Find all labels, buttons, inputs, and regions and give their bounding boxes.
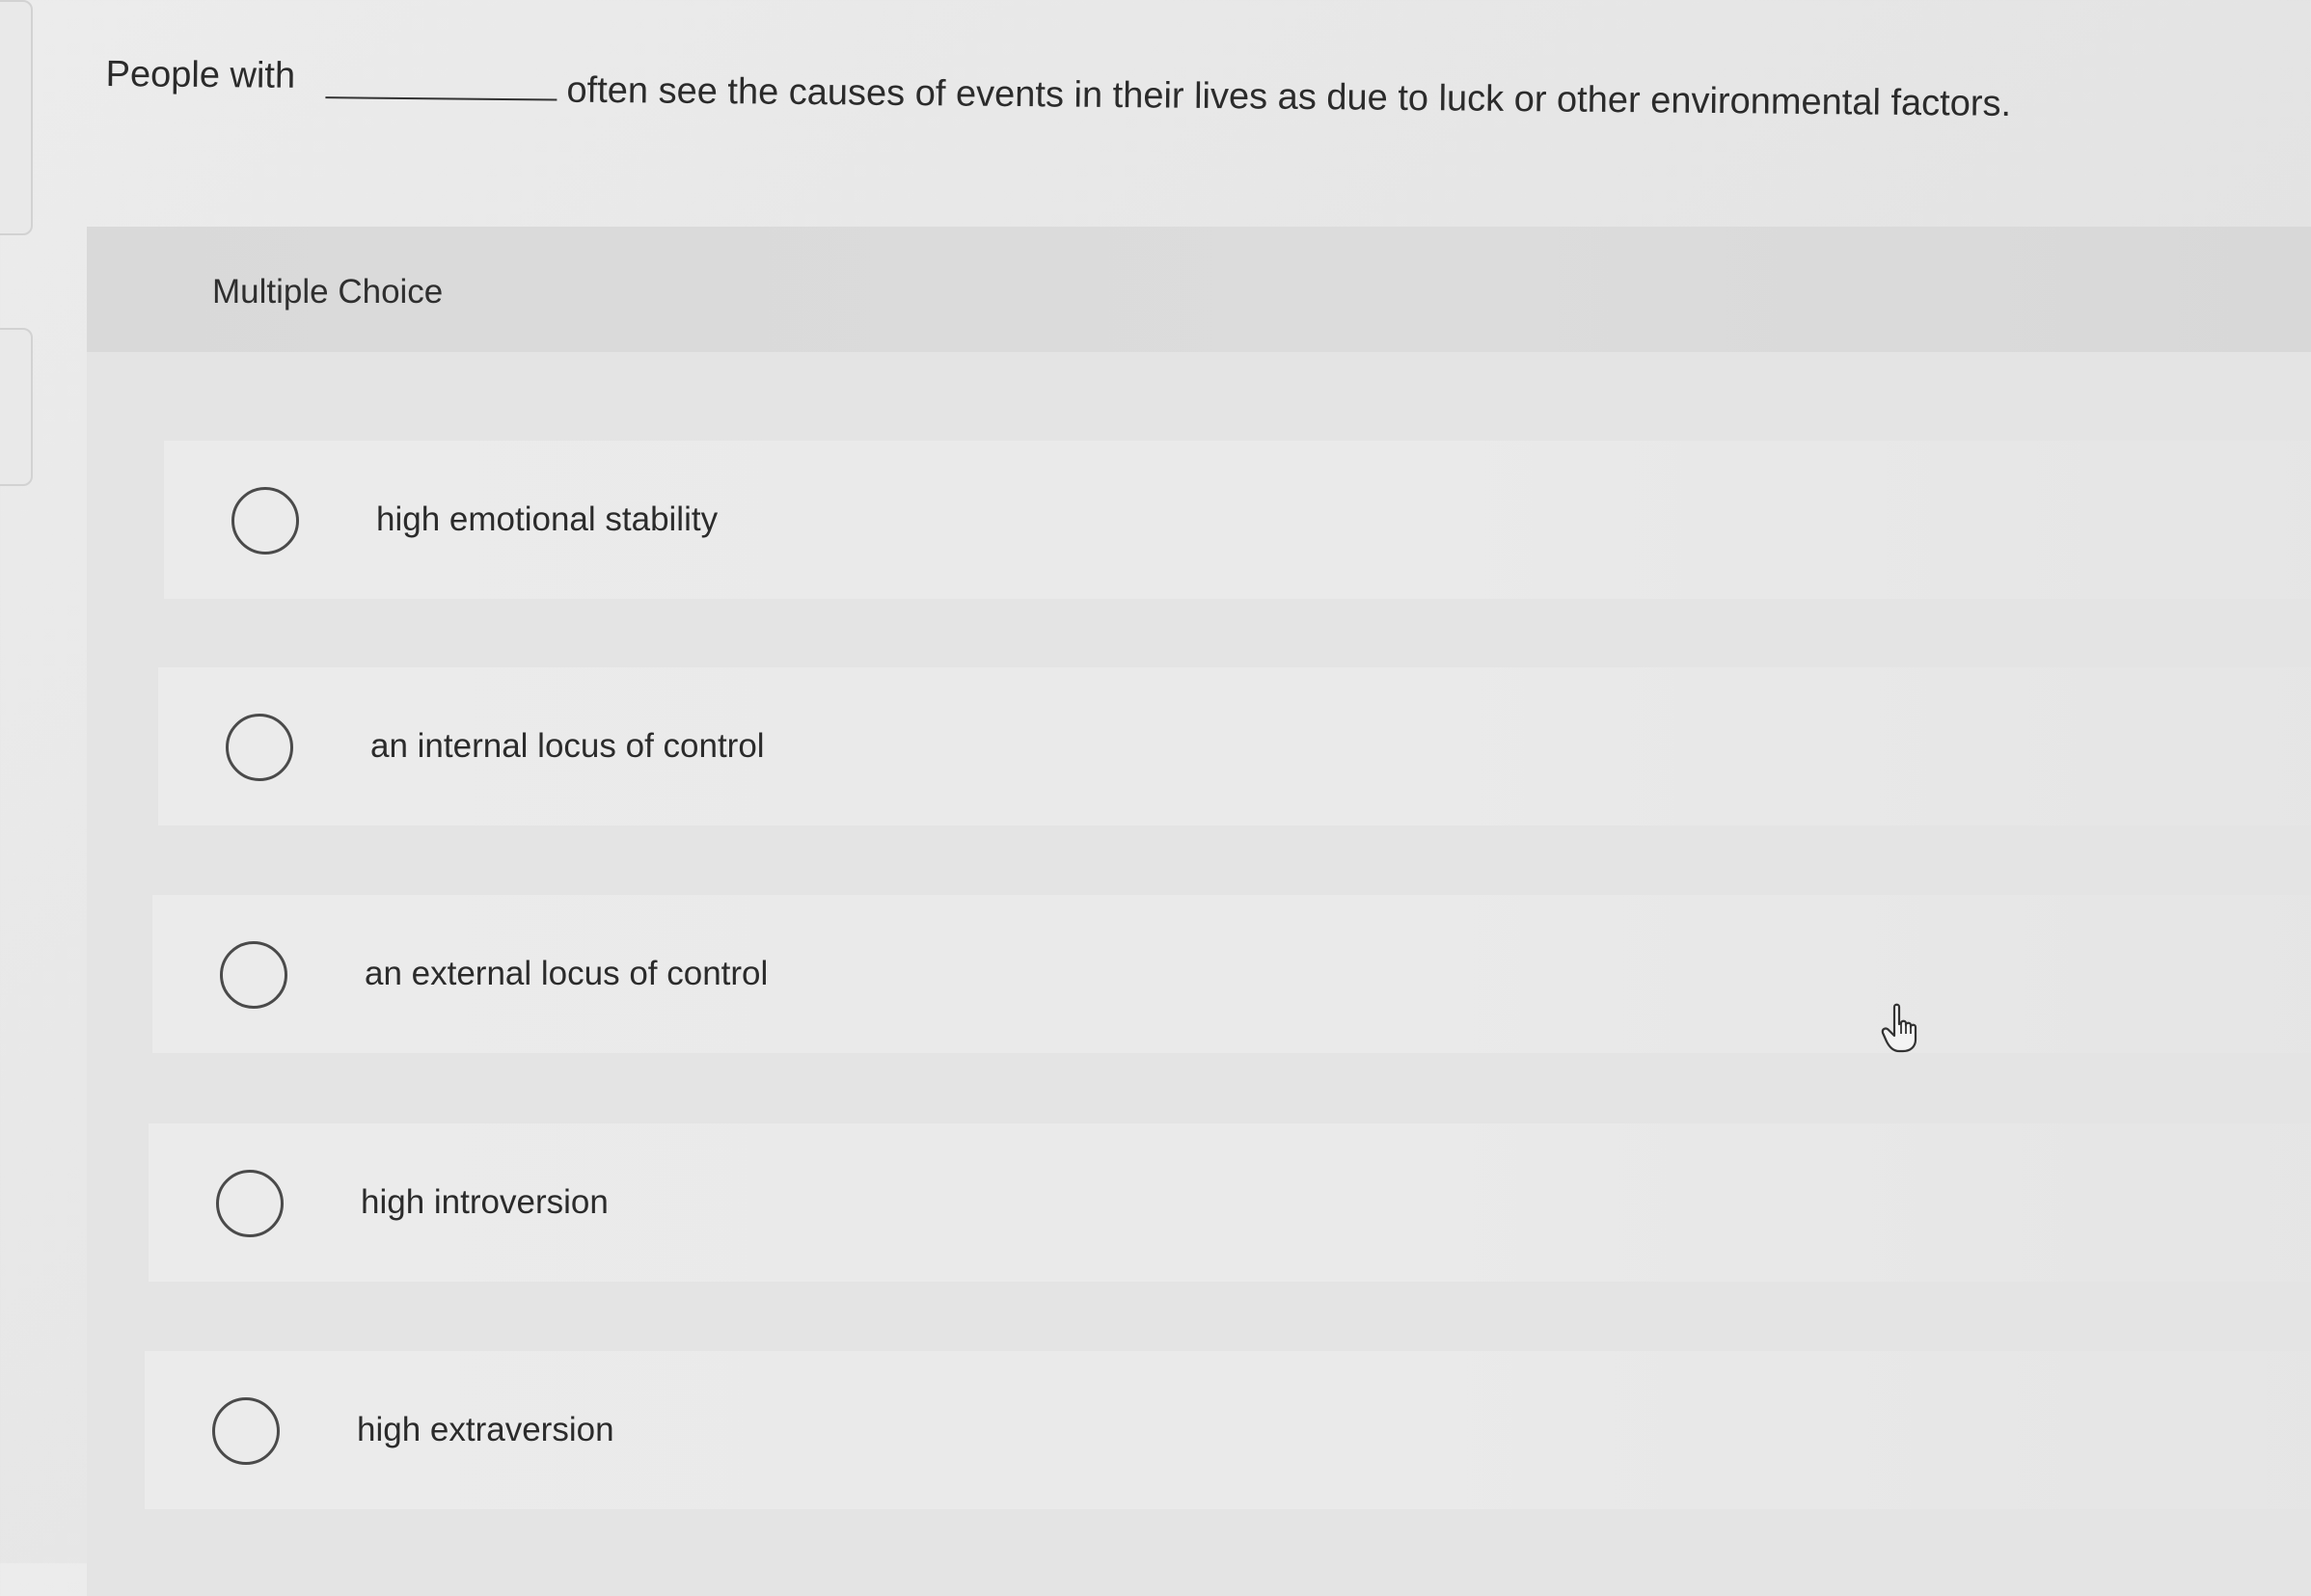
answer-option-5[interactable]: high extraversion [145, 1351, 2311, 1509]
question-prompt: People with often see the causes of even… [105, 39, 2180, 175]
side-panel-tab-top [0, 0, 33, 235]
answer-option-2[interactable]: an internal locus of control [158, 667, 2311, 825]
fill-in-blank-line [325, 96, 557, 101]
card-header: Multiple Choice [87, 227, 2311, 352]
radio-button-empty-icon[interactable] [220, 941, 287, 1009]
card-title: Multiple Choice [212, 273, 444, 311]
radio-button-empty-icon[interactable] [212, 1397, 280, 1465]
hand-pointer-cursor-icon [1881, 1003, 1917, 1053]
answer-option-1[interactable]: high emotional stability [164, 441, 2311, 599]
multiple-choice-card: Multiple Choice high emotional stability… [87, 227, 2311, 1596]
answer-option-label: an internal locus of control [370, 727, 765, 765]
answer-option-label: high extraversion [357, 1411, 614, 1448]
radio-button-empty-icon[interactable] [216, 1170, 284, 1237]
side-panel-tab-middle [0, 328, 33, 486]
question-text-prefix: People with [105, 53, 296, 96]
answer-option-label: high introversion [361, 1183, 609, 1221]
answer-option-3[interactable]: an external locus of control [152, 895, 2311, 1053]
radio-button-empty-icon[interactable] [226, 714, 293, 781]
answer-option-label: an external locus of control [365, 955, 769, 992]
answer-option-label: high emotional stability [376, 500, 719, 538]
radio-button-empty-icon[interactable] [231, 487, 299, 555]
answer-option-4[interactable]: high introversion [149, 1123, 2311, 1282]
question-text-suffix: often see the causes of events in their … [566, 69, 2012, 124]
